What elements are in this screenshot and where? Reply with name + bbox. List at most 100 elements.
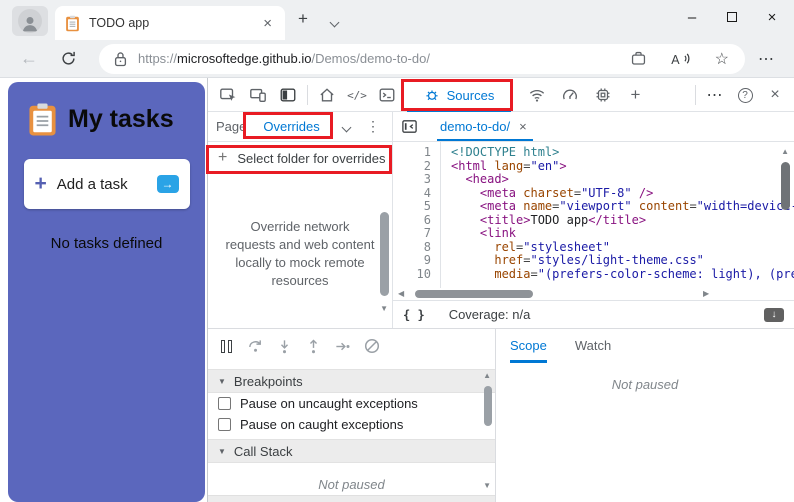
console-tab-button[interactable] [372, 78, 402, 112]
horizontal-scrollbar-thumb[interactable] [415, 290, 533, 298]
pause-uncaught-row[interactable]: Pause on uncaught exceptions [208, 393, 495, 414]
pause-uncaught-label: Pause on uncaught exceptions [240, 396, 418, 411]
device-emulation-button[interactable] [243, 78, 273, 112]
device-emulation-icon [250, 88, 266, 102]
favorites-star-icon[interactable]: ☆ [715, 49, 729, 69]
collapse-triangle-icon: ▼ [218, 446, 226, 456]
pause-caught-label: Pause on caught exceptions [240, 417, 404, 432]
coverage-status: Coverage: n/a [448, 307, 531, 322]
toolbar-separator [307, 85, 308, 105]
lock-icon[interactable] [114, 51, 127, 67]
plus-icon: + [218, 149, 228, 166]
welcome-tab-button[interactable] [312, 78, 342, 112]
svg-text:A: A [671, 52, 680, 66]
elements-tab-button[interactable]: </> [342, 78, 372, 112]
url-path: /Demos/demo-to-do/ [311, 51, 430, 66]
step-into-button[interactable] [270, 329, 299, 363]
call-stack-status: Not paused [318, 477, 385, 492]
download-icon[interactable]: ↓ [764, 307, 784, 322]
memory-tab-button[interactable] [586, 78, 619, 112]
editor-status-bar: { } Coverage: n/a ↓ [393, 300, 794, 328]
tab-title: TODO app [89, 16, 150, 30]
checkbox-uncaught[interactable] [218, 397, 231, 410]
url-scheme: https:// [138, 51, 178, 66]
scroll-down-icon[interactable]: ▼ [483, 481, 491, 490]
activity-bar-location-button[interactable] [273, 78, 303, 112]
devtools-help-button[interactable]: ? [730, 78, 760, 112]
call-stack-section-header[interactable]: ▼ Call Stack [208, 439, 495, 463]
devtools-close-button[interactable]: × [760, 78, 790, 112]
hide-navigator-icon [402, 120, 417, 133]
pause-icon [221, 339, 232, 353]
toggle-navigator-button[interactable] [401, 118, 418, 135]
editor-file-tab[interactable]: demo-to-do/ × [440, 119, 527, 134]
debugger-scrollbar-thumb[interactable] [484, 386, 492, 426]
devtools-toolbar: </> Sources + ⋯ ? × [208, 78, 794, 112]
inspect-icon [220, 88, 236, 101]
pretty-print-button[interactable]: { } [403, 308, 425, 322]
scroll-right-icon[interactable]: ▶ [703, 289, 709, 298]
debugger-pane: ▼ Breakpoints Pause on uncaught exceptio… [208, 329, 496, 502]
app-title: My tasks [68, 105, 174, 133]
select-folder-button[interactable]: + Select folder for overrides [208, 142, 392, 174]
file-tab-close-icon[interactable]: × [519, 119, 527, 134]
close-window-button[interactable]: × [752, 0, 792, 34]
tab-watch[interactable]: Watch [575, 329, 611, 363]
navigator-tab-overrides[interactable]: Overrides [263, 119, 319, 134]
pause-script-button[interactable] [212, 329, 241, 363]
performance-tab-button[interactable] [553, 78, 586, 112]
scroll-left-icon[interactable]: ◀ [398, 289, 404, 298]
code-editor[interactable]: 1 2 3 4 5 6 7 8 9 10 <!DOCTYPE html> <html lang="e… [393, 142, 794, 288]
tab-close-icon[interactable]: × [260, 15, 275, 32]
step-out-button[interactable] [299, 329, 328, 363]
todo-favicon-icon [66, 15, 79, 31]
maximize-button[interactable] [712, 0, 752, 34]
minimize-button[interactable]: – [672, 0, 712, 34]
browser-menu-icon[interactable]: ⋯ [758, 49, 775, 69]
deactivate-breakpoints-button[interactable] [357, 329, 386, 363]
tab-scope[interactable]: Scope [510, 329, 547, 363]
scroll-down-icon[interactable]: ▼ [380, 304, 388, 313]
devtools-panel: </> Sources + ⋯ ? × Page Overrides ⋮ + S… [207, 78, 794, 502]
checkbox-caught[interactable] [218, 418, 231, 431]
tab-list-chevron-icon[interactable] [329, 13, 340, 31]
deactivate-breakpoints-icon [364, 338, 379, 354]
step-button[interactable] [328, 329, 357, 363]
address-bar: ← https://microsoftedge.github.io/Demos/… [0, 40, 794, 78]
browser-tab[interactable]: TODO app × [55, 6, 285, 40]
sources-navigator-pane: Page Overrides ⋮ + Select folder for ove… [208, 112, 393, 328]
network-tab-button[interactable] [520, 78, 553, 112]
reload-button[interactable] [60, 50, 77, 67]
step-over-button[interactable] [241, 329, 270, 363]
profile-avatar-button[interactable] [12, 6, 48, 36]
inspect-element-button[interactable] [213, 78, 243, 112]
url-field[interactable]: https://microsoftedge.github.io/Demos/de… [99, 43, 745, 74]
plus-icon: + [630, 85, 641, 104]
editor-scrollbar-thumb[interactable] [781, 162, 790, 210]
scroll-up-icon[interactable]: ▲ [483, 371, 491, 380]
devtools-menu-button[interactable]: ⋯ [700, 78, 730, 112]
tab-sources[interactable]: Sources [404, 78, 514, 112]
page-content: My tasks + Add a task → No tasks defined [0, 78, 794, 502]
submit-arrow-button[interactable]: → [156, 175, 179, 193]
navigator-tab-page[interactable]: Page [216, 119, 246, 134]
read-aloud-icon[interactable]: A [671, 51, 691, 67]
new-tab-button[interactable]: + [298, 9, 308, 29]
back-button[interactable]: ← [20, 48, 38, 69]
more-tools-button[interactable]: + [619, 78, 652, 112]
avatar [18, 9, 42, 33]
navigator-menu-icon[interactable]: ⋮ [366, 118, 380, 135]
pause-caught-row[interactable]: Pause on caught exceptions [208, 414, 495, 435]
navigator-scrollbar-thumb[interactable] [380, 212, 389, 296]
window-controls: – × [672, 0, 792, 34]
app-install-icon[interactable] [630, 50, 647, 67]
add-task-button[interactable]: + Add a task → [23, 159, 190, 209]
scroll-up-icon[interactable]: ▲ [781, 147, 789, 156]
home-icon [320, 88, 334, 102]
url-text: https://microsoftedge.github.io/Demos/de… [138, 51, 430, 66]
breakpoints-section-header[interactable]: ▼ Breakpoints [208, 369, 495, 393]
active-file-underline [437, 138, 533, 141]
more-tabs-chevron-icon[interactable] [341, 119, 352, 134]
wifi-icon [529, 89, 544, 102]
ellipsis-icon: ⋯ [706, 87, 724, 104]
